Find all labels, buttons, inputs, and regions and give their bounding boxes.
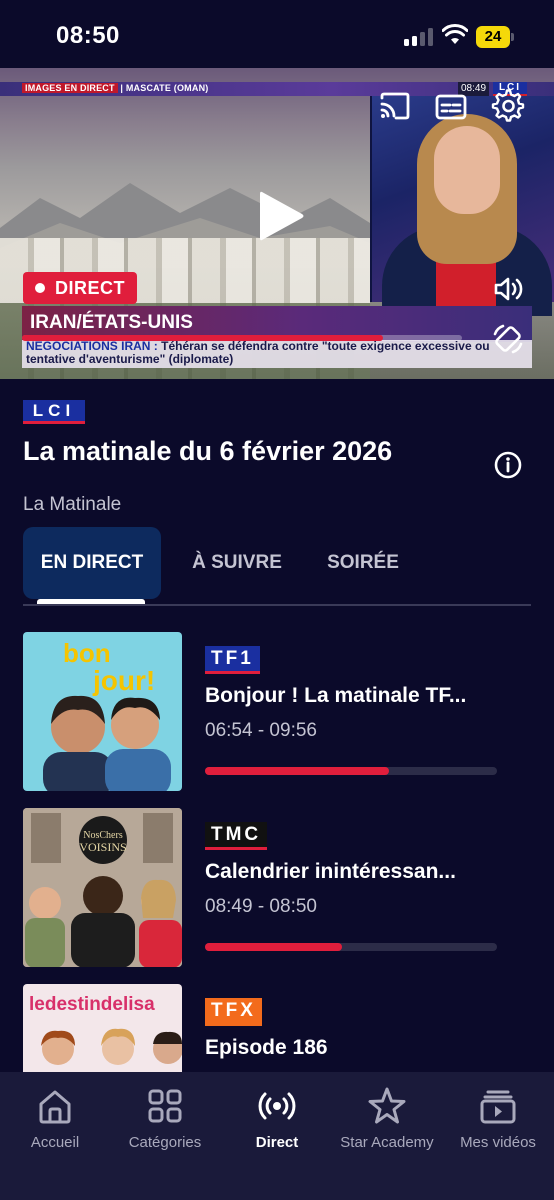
wifi-icon <box>442 24 468 44</box>
list-item[interactable]: NosChers VOISINS TMC Calendrier inintére… <box>23 808 531 968</box>
video-progress-fill <box>22 335 383 341</box>
channel-logo-tf1: TF1 <box>205 646 260 674</box>
thumb-text-bon: bon <box>63 638 111 668</box>
cast-icon[interactable] <box>378 90 412 124</box>
tab-soiree[interactable]: SOIRÉE <box>313 527 413 599</box>
channel-logo-tfx: TFX <box>205 998 262 1026</box>
tab-a-suivre[interactable]: À SUIVRE <box>175 527 299 599</box>
program-title: La matinale du 6 février 2026 <box>23 436 393 466</box>
list-item[interactable]: bon jour! TF1 Bonjour ! La matinale TF..… <box>23 632 531 792</box>
nav-label: Mes vidéos <box>460 1134 536 1151</box>
nav-label: Star Academy <box>340 1134 434 1151</box>
live-label: DIRECT <box>55 277 125 298</box>
bottom-navigation: Accueil Catégories Direct Star Academy M… <box>0 1072 554 1200</box>
nav-item-categories[interactable]: Catégories <box>110 1072 220 1172</box>
channel-logo-lci: LCI <box>23 400 85 424</box>
lower-third-title: IRAN/ÉTATS-UNIS <box>30 312 193 333</box>
item-progress-fill <box>205 767 389 775</box>
nav-label: Direct <box>255 1134 299 1151</box>
ticker-text: NÉGOCIATIONS IRAN : Téhéran se défendra … <box>26 339 490 366</box>
subtitles-icon[interactable] <box>434 90 468 124</box>
tabs-divider <box>23 604 531 606</box>
thumb-text-jour: jour! <box>92 665 155 696</box>
home-icon <box>39 1090 71 1124</box>
nav-item-star-academy[interactable]: Star Academy <box>332 1072 442 1172</box>
settings-gear-icon[interactable] <box>491 89 525 123</box>
battery-level: 24 <box>476 26 510 48</box>
item-time: 08:49 - 08:50 <box>205 896 317 917</box>
star-icon <box>368 1087 406 1124</box>
nav-item-accueil[interactable]: Accueil <box>0 1072 110 1172</box>
broadcast-icon <box>258 1092 296 1120</box>
signal-icon <box>404 28 434 46</box>
item-time: 06:54 - 09:56 <box>205 720 317 741</box>
broadcast-tag: IMAGES EN DIRECT | MASCATE (OMAN) <box>22 83 208 93</box>
program-thumbnail: NosChers VOISINS <box>23 808 182 967</box>
thumb-text-voisins: VOISINS <box>79 840 126 854</box>
info-icon[interactable] <box>494 451 522 479</box>
tab-en-direct[interactable]: EN DIRECT <box>23 527 161 599</box>
play-icon[interactable] <box>254 188 308 244</box>
nav-item-direct[interactable]: Direct <box>222 1072 332 1172</box>
nav-label: Accueil <box>30 1134 80 1151</box>
item-title: Calendrier inintéressan... <box>205 860 456 883</box>
video-player[interactable]: IMAGES EN DIRECT | MASCATE (OMAN) 08:49 … <box>0 68 554 379</box>
program-subtitle: La Matinale <box>23 494 122 515</box>
program-thumbnail: bon jour! <box>23 632 182 791</box>
status-bar: 08:50 24 <box>0 0 554 68</box>
item-title: Episode 186 <box>205 1036 328 1059</box>
battery-icon: 24 <box>476 26 514 48</box>
nav-item-mes-videos[interactable]: Mes vidéos <box>443 1072 553 1172</box>
rotate-screen-icon[interactable] <box>491 322 525 356</box>
item-title: Bonjour ! La matinale TF... <box>205 684 467 707</box>
volume-icon[interactable] <box>491 272 525 306</box>
channel-logo-tmc: TMC <box>205 822 268 850</box>
grid-icon <box>148 1089 182 1123</box>
nav-label: Catégories <box>128 1134 202 1151</box>
presenter-inset <box>370 96 554 316</box>
video-library-icon <box>480 1090 516 1124</box>
thumb-text-destin: ledestindelisa <box>29 994 155 1015</box>
item-progress-fill <box>205 943 343 951</box>
live-badge: DIRECT <box>23 272 137 304</box>
schedule-tabs: EN DIRECT À SUIVRE SOIRÉE <box>23 527 531 605</box>
live-dot-icon <box>35 283 45 293</box>
status-time: 08:50 <box>56 22 120 49</box>
